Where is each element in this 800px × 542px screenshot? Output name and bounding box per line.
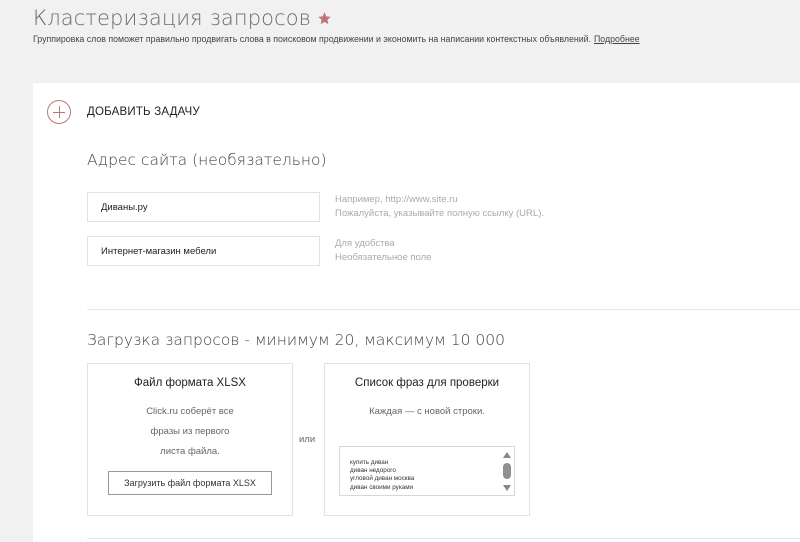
bottom-divider xyxy=(87,538,800,539)
scroll-thumb[interactable] xyxy=(503,463,511,479)
or-separator: или xyxy=(299,434,316,445)
task-panel: ДОБАВИТЬ ЗАДАЧУ Адрес сайта (необязатель… xyxy=(33,83,800,542)
add-task-button[interactable]: ДОБАВИТЬ ЗАДАЧУ xyxy=(47,100,200,124)
phrase-textarea[interactable]: купить диван диван недорого угловой дива… xyxy=(339,446,515,496)
page-header: Кластеризация запросов Группировка слов … xyxy=(33,6,640,44)
plus-circle-icon xyxy=(47,100,71,124)
scroll-down-icon[interactable] xyxy=(503,485,511,491)
phrase-lines: купить диван диван недорого угловой дива… xyxy=(350,459,414,492)
xlsx-card-description: Click.ru соберёт все фразы из первого ли… xyxy=(88,402,292,462)
xlsx-card-title: Файл формата XLSX xyxy=(134,377,246,389)
more-link[interactable]: Подробнее xyxy=(594,34,640,44)
upload-xlsx-button[interactable]: Загрузить файл формата XLSX xyxy=(108,471,272,495)
site-url-hint-example: Например, http://www.site.ru xyxy=(335,194,458,205)
page-title: Кластеризация запросов xyxy=(33,6,312,30)
phrase-line: диван своими руками xyxy=(350,483,414,491)
upload-section-title: Загрузка запросов - минимум 20, максимум… xyxy=(87,331,506,349)
subtitle-text: Группировка слов поможет правильно продв… xyxy=(33,34,591,44)
phrase-line: купить диван xyxy=(350,459,389,466)
xlsx-card-line: фразы из первого xyxy=(150,426,230,437)
site-section-title: Адрес сайта (необязательно) xyxy=(87,151,327,169)
page-subtitle: Группировка слов поможет правильно продв… xyxy=(33,34,640,44)
project-name-hint-purpose: Для удобства xyxy=(335,238,395,249)
phrase-list-card: Список фраз для проверки Каждая — с ново… xyxy=(324,363,530,516)
xlsx-card-line: листа файла. xyxy=(160,446,220,457)
list-card-description: Каждая — с новой строки. xyxy=(369,406,485,417)
project-name-input[interactable] xyxy=(87,236,320,266)
star-icon[interactable] xyxy=(317,11,332,26)
project-name-hint: Для удобства Необязательное поле xyxy=(335,237,431,265)
scroll-up-icon[interactable] xyxy=(503,452,511,458)
project-name-hint-optional: Необязательное поле xyxy=(335,252,432,263)
xlsx-upload-card: Файл формата XLSX Click.ru соберёт все ф… xyxy=(87,363,293,516)
xlsx-card-line: Click.ru соберёт все xyxy=(146,406,234,417)
section-divider xyxy=(87,309,800,310)
phrase-line: угловой диван москва xyxy=(350,475,415,483)
site-url-hint-note: Пожалуйста, указывайте полную ссылку (UR… xyxy=(335,208,544,219)
textarea-scrollbar[interactable] xyxy=(502,450,512,494)
site-url-hint: Например, http://www.site.ru Пожалуйста,… xyxy=(335,193,544,221)
list-card-title: Список фраз для проверки xyxy=(354,377,500,389)
add-task-label: ДОБАВИТЬ ЗАДАЧУ xyxy=(87,106,200,118)
site-url-input[interactable] xyxy=(87,192,320,222)
